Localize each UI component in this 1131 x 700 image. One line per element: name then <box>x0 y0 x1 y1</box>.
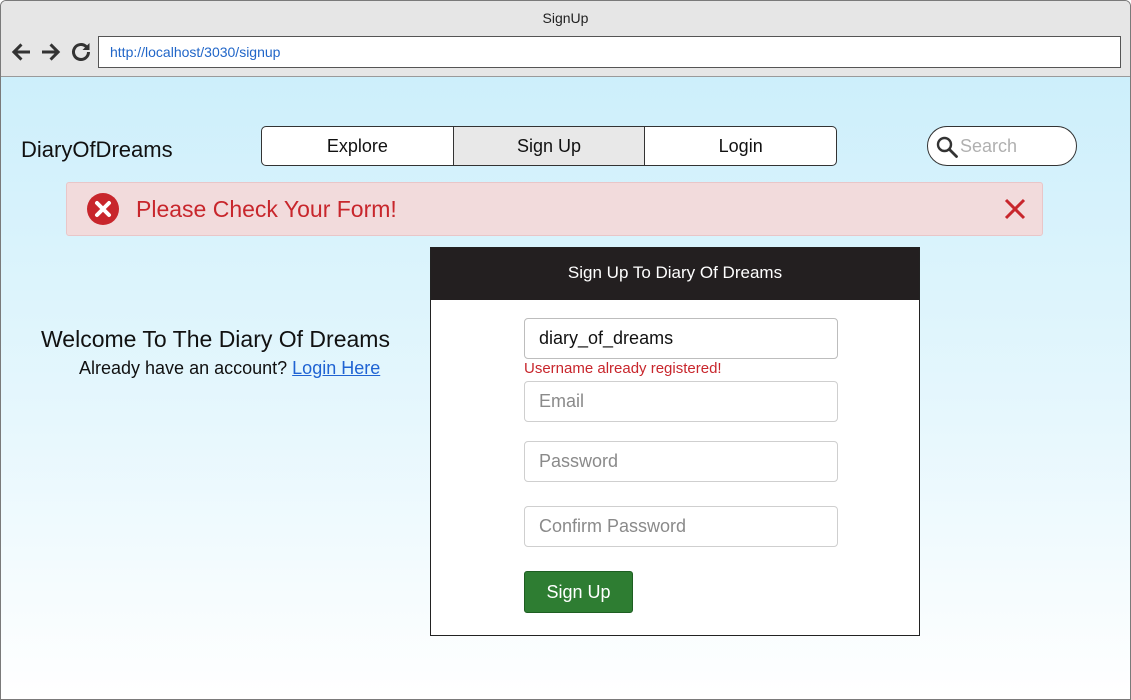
nav-signup[interactable]: Sign Up <box>453 127 646 165</box>
nav-login[interactable]: Login <box>645 127 836 165</box>
welcome-heading: Welcome To The Diary Of Dreams <box>41 326 390 352</box>
reload-icon[interactable] <box>69 40 93 64</box>
search-placeholder: Search <box>960 136 1018 156</box>
error-circle-icon <box>87 193 119 225</box>
page-content: DiaryOfDreams Explore Sign Up Login Sear… <box>1 77 1130 699</box>
main-nav: Explore Sign Up Login <box>261 126 837 166</box>
search-icon <box>936 136 958 158</box>
close-icon[interactable] <box>1004 198 1026 220</box>
login-prompt: Already have an account? Login Here <box>79 358 380 379</box>
login-here-link[interactable]: Login Here <box>292 358 380 378</box>
forward-arrow-icon[interactable] <box>39 40 63 64</box>
login-prompt-text: Already have an account? <box>79 358 288 378</box>
address-bar[interactable]: http://localhost/3030/signup <box>98 36 1121 68</box>
signup-submit-button[interactable]: Sign Up <box>524 571 633 613</box>
password-field[interactable]: Password <box>524 441 838 482</box>
signup-card: Sign Up To Diary Of Dreams diary_of_drea… <box>430 247 920 636</box>
window-title: SignUp <box>542 10 589 26</box>
error-alert: Please Check Your Form! <box>66 182 1043 236</box>
nav-explore[interactable]: Explore <box>262 127 454 165</box>
username-field[interactable]: diary_of_dreams <box>524 318 838 359</box>
search-input[interactable]: Search <box>927 126 1077 166</box>
browser-chrome: SignUp http://localhost/3030/signup <box>1 1 1130 77</box>
brand-logo[interactable]: DiaryOfDreams <box>21 137 173 163</box>
browser-window: SignUp http://localhost/3030/signup Diar… <box>0 0 1131 700</box>
confirm-password-field[interactable]: Confirm Password <box>524 506 838 547</box>
back-arrow-icon[interactable] <box>9 40 33 64</box>
username-error: Username already registered! <box>524 360 722 377</box>
email-field[interactable]: Email <box>524 381 838 422</box>
alert-message: Please Check Your Form! <box>136 196 397 222</box>
signup-card-title: Sign Up To Diary Of Dreams <box>431 248 919 300</box>
